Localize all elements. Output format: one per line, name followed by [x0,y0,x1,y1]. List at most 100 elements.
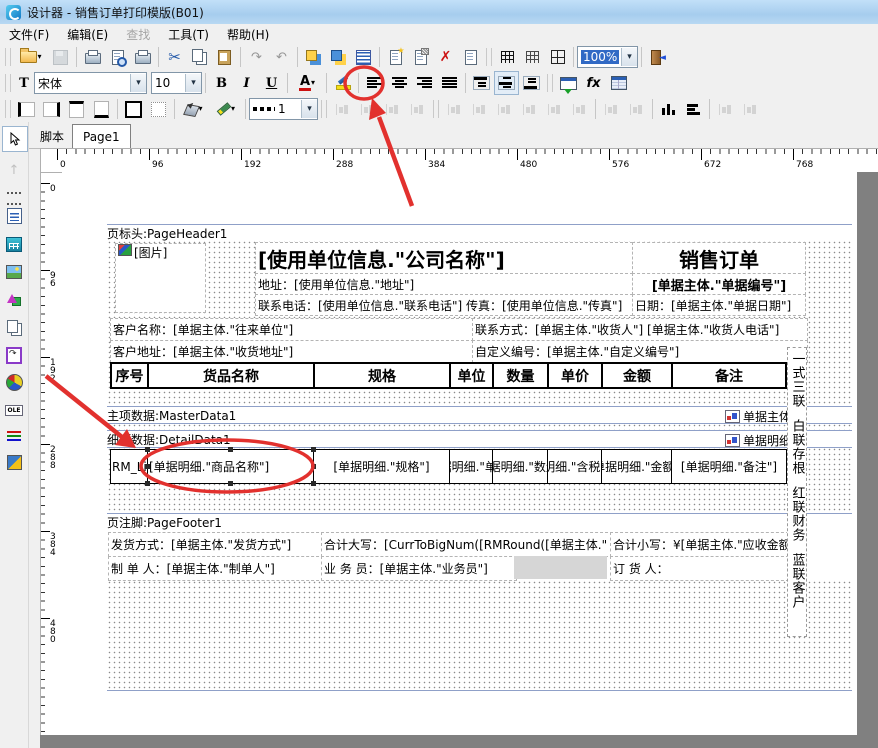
selection-handle[interactable] [145,447,150,452]
contact-cell[interactable]: 联系方式：[单据主体."收货人"] [单据主体."收货人电话"] [472,318,808,341]
align-left-button[interactable] [362,71,387,95]
tab-page1[interactable]: Page1 [72,124,131,150]
customer-name-cell[interactable]: 客户名称：[单据主体."往来单位"] [110,318,474,341]
snap-grid-button[interactable] [520,45,545,69]
label-tool[interactable] [2,204,26,228]
menu-edit[interactable]: 编辑(E) [58,24,117,45]
detaildata-dataset-tag[interactable]: 单据明细 [725,432,787,449]
barcode-tool[interactable] [2,450,26,474]
col-header[interactable]: 规格 [315,364,451,387]
bold-button[interactable]: B [209,71,234,95]
italic-button[interactable]: I [234,71,259,95]
company-name-cell[interactable]: [使用单位信息."公司名称"] [255,242,633,274]
copy-button[interactable] [187,45,212,69]
bring-to-front-button[interactable] [301,45,326,69]
border-top-button[interactable] [64,97,89,121]
total-caps-cell[interactable]: 合计大写：[CurrToBigNum([RMRound([单据主体." [321,532,613,557]
formula-button[interactable]: fx [581,71,606,95]
open-dropdown-icon[interactable]: ▾ [37,53,41,61]
font-color-dropdown-icon[interactable]: ▾ [311,79,315,87]
total-num-cell[interactable]: 合计小写：¥[单据主体."应收金额"] [610,532,794,557]
detail-cell-amount[interactable]: [单据明细."金额"] [602,450,672,483]
border-right-button[interactable] [39,97,64,121]
chart-tool[interactable] [2,370,26,394]
border-none-button[interactable] [146,97,171,121]
zoom-combo[interactable]: 100% ▾ [577,46,638,68]
font-size-dropdown-icon[interactable]: ▾ [185,74,201,92]
detail-cell-unit[interactable]: [单据明细."单位"] [450,450,493,483]
table-header-row[interactable]: 序号 货品名称 规格 单位 数量 单价 金额 备注 [110,362,787,389]
new-template-button[interactable] [408,45,433,69]
col-header[interactable]: 序号 [112,364,149,387]
border-all-button[interactable] [121,97,146,121]
line-style-dropdown-icon[interactable]: ▾ [301,100,317,118]
selection-handle[interactable] [145,481,150,486]
fill-color-button[interactable]: ▾ [178,97,210,121]
doc-no-cell[interactable]: [单据主体."单据编号"] [632,273,806,295]
col-header[interactable]: 单价 [549,364,603,387]
cell-grid-button[interactable] [545,45,570,69]
border-bottom-button[interactable] [89,97,114,121]
align-right-button[interactable] [412,71,437,95]
border-left-button[interactable] [14,97,39,121]
lines-tool[interactable] [2,423,26,447]
detail-cell-lineno[interactable]: RM_Li [111,450,148,483]
zoom-dropdown-icon[interactable]: ▾ [621,48,637,66]
band-pagefooter-label[interactable]: 页注脚:PageFooter1 [107,514,852,530]
picture-tool[interactable] [2,260,26,284]
print-setup-button[interactable] [130,45,155,69]
col-header[interactable]: 货品名称 [149,364,315,387]
detail-cell-qty[interactable]: [单据明细."数量"] [493,450,548,483]
ship-method-cell[interactable]: 发货方式：[单据主体."发货方式"] [108,532,324,557]
col-header[interactable]: 单位 [451,364,494,387]
logo-picture-cell[interactable]: [图片] [115,243,206,313]
col-header[interactable]: 备注 [673,364,785,387]
same-width-button[interactable] [656,97,681,121]
selection-handle[interactable] [311,464,316,469]
address-cell[interactable]: 地址：[使用单位信息."地址"] [255,273,633,295]
align-center-button[interactable] [387,71,412,95]
field-tool[interactable] [2,232,26,256]
col-header[interactable]: 数量 [494,364,549,387]
font-size-combo[interactable]: 10 ▾ [151,72,202,94]
print-preview-button[interactable] [105,45,130,69]
custom-no-cell[interactable]: 自定义编号：[单据主体."自定义编号"] [472,340,808,363]
selection-handle[interactable] [311,481,316,486]
ole-tool[interactable]: OLE [2,398,26,422]
valign-middle-button[interactable] [494,71,519,95]
shape-tool[interactable] [2,288,26,312]
exit-button[interactable] [645,45,675,69]
selection-handle[interactable] [311,447,316,452]
send-to-back-button[interactable] [326,45,351,69]
doc-date-cell[interactable]: 日期：[单据主体."单据日期"] [632,294,806,316]
print-button[interactable] [80,45,105,69]
detail-row[interactable]: RM_Li [单据明细."商品名称"] [单据明细."规格"] [单据明细."单… [110,449,787,484]
salesman-cell[interactable]: 业 务 员：[单据主体."业务员"] [321,556,517,581]
copies-strip-cell[interactable]: 一式三联 白联存根 红联财务 蓝联客户 [787,347,807,637]
phone-fax-cell[interactable]: 联系电话：[使用单位信息."联系电话"] 传真：[使用单位信息."传真"] [255,294,638,316]
menu-tools[interactable]: 工具(T) [159,24,218,45]
band-pageheader-label[interactable]: 页标头:PageHeader1 [107,225,852,241]
blank-page-button[interactable] [458,45,483,69]
menu-file[interactable]: 文件(F) [0,24,58,45]
menu-help[interactable]: 帮助(H) [218,24,278,45]
delete-page-button[interactable]: ✗ [433,45,458,69]
selection-handle[interactable] [228,447,233,452]
line-style-combo[interactable]: 1 ▾ [249,98,318,120]
cut-button[interactable]: ✂ [162,45,187,69]
align-justify-button[interactable] [437,71,462,95]
detail-cell-remark[interactable]: [单据明细."备注"] [672,450,786,483]
orderer-cell[interactable]: 订 货 人： [610,556,794,581]
valign-bottom-button[interactable] [519,71,544,95]
open-button[interactable]: ▾ [14,45,48,69]
font-color-button[interactable]: A ▾ [291,71,323,95]
same-height-button[interactable] [681,97,706,121]
line-color-button[interactable]: ▾ [210,97,242,121]
underline-button[interactable]: U [259,71,284,95]
selection-handle[interactable] [145,464,150,469]
masterdata-dataset-tag[interactable]: 单据主体 [725,408,787,425]
tab-script[interactable]: 脚本 [30,125,74,147]
pointer-tool[interactable] [2,126,28,152]
doc-title-cell[interactable]: 销售订单 [632,242,806,274]
detail-cell-product-name[interactable]: [单据明细."商品名称"] [148,450,314,483]
